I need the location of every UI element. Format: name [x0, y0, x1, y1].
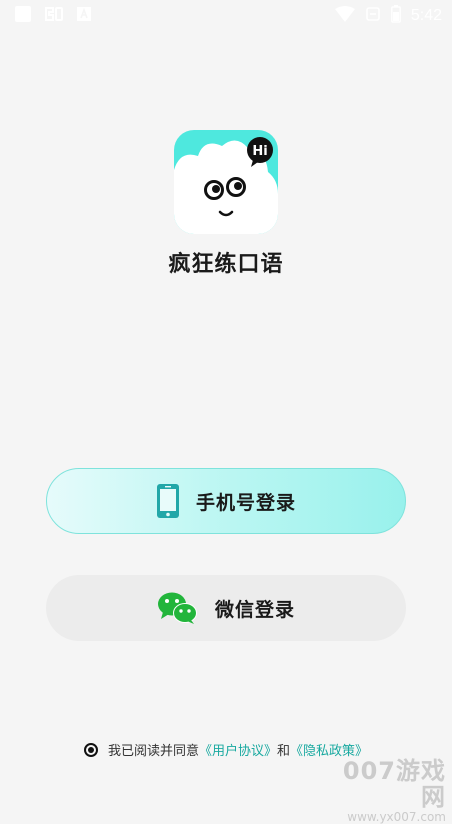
- agreement-radio[interactable]: [83, 742, 98, 757]
- app-logo: Hi: [174, 130, 278, 234]
- battery-saver-icon: [365, 6, 381, 26]
- wechat-login-button[interactable]: 微信登录: [46, 575, 406, 641]
- watermark: 007游戏网 www.yx007.com: [336, 758, 446, 824]
- hi-badge-label: Hi: [252, 144, 267, 159]
- phone-icon: [156, 483, 180, 519]
- radio-dot-icon: [87, 746, 94, 753]
- battery-icon: [390, 5, 401, 27]
- mascot-icon: Hi: [174, 130, 278, 234]
- status-bar-left: [14, 6, 92, 26]
- user-agreement-link[interactable]: 《用户协议》: [199, 740, 277, 759]
- app-name: 疯狂练口语: [168, 252, 284, 277]
- phone-login-button[interactable]: 手机号登录: [46, 468, 406, 534]
- watermark-main: 007游戏网: [342, 757, 446, 811]
- wechat-login-label: 微信登录: [214, 598, 295, 621]
- watermark-url: www.yx007.com: [347, 810, 446, 824]
- agreement-conjunction: 和: [277, 744, 291, 759]
- a-notification-icon: [76, 6, 92, 26]
- phone-login-label: 手机号登录: [195, 491, 296, 514]
- wechat-icon: [157, 591, 199, 625]
- status-time: 5:42: [410, 7, 442, 24]
- square-notification-icon: [14, 5, 32, 27]
- status-bar: 5:42: [0, 0, 452, 32]
- agreement-prefix: 我已阅读并同意: [107, 744, 199, 759]
- wifi-icon: [334, 6, 355, 26]
- app-notification-icon: [44, 5, 64, 27]
- status-bar-right: 5:42: [334, 5, 442, 27]
